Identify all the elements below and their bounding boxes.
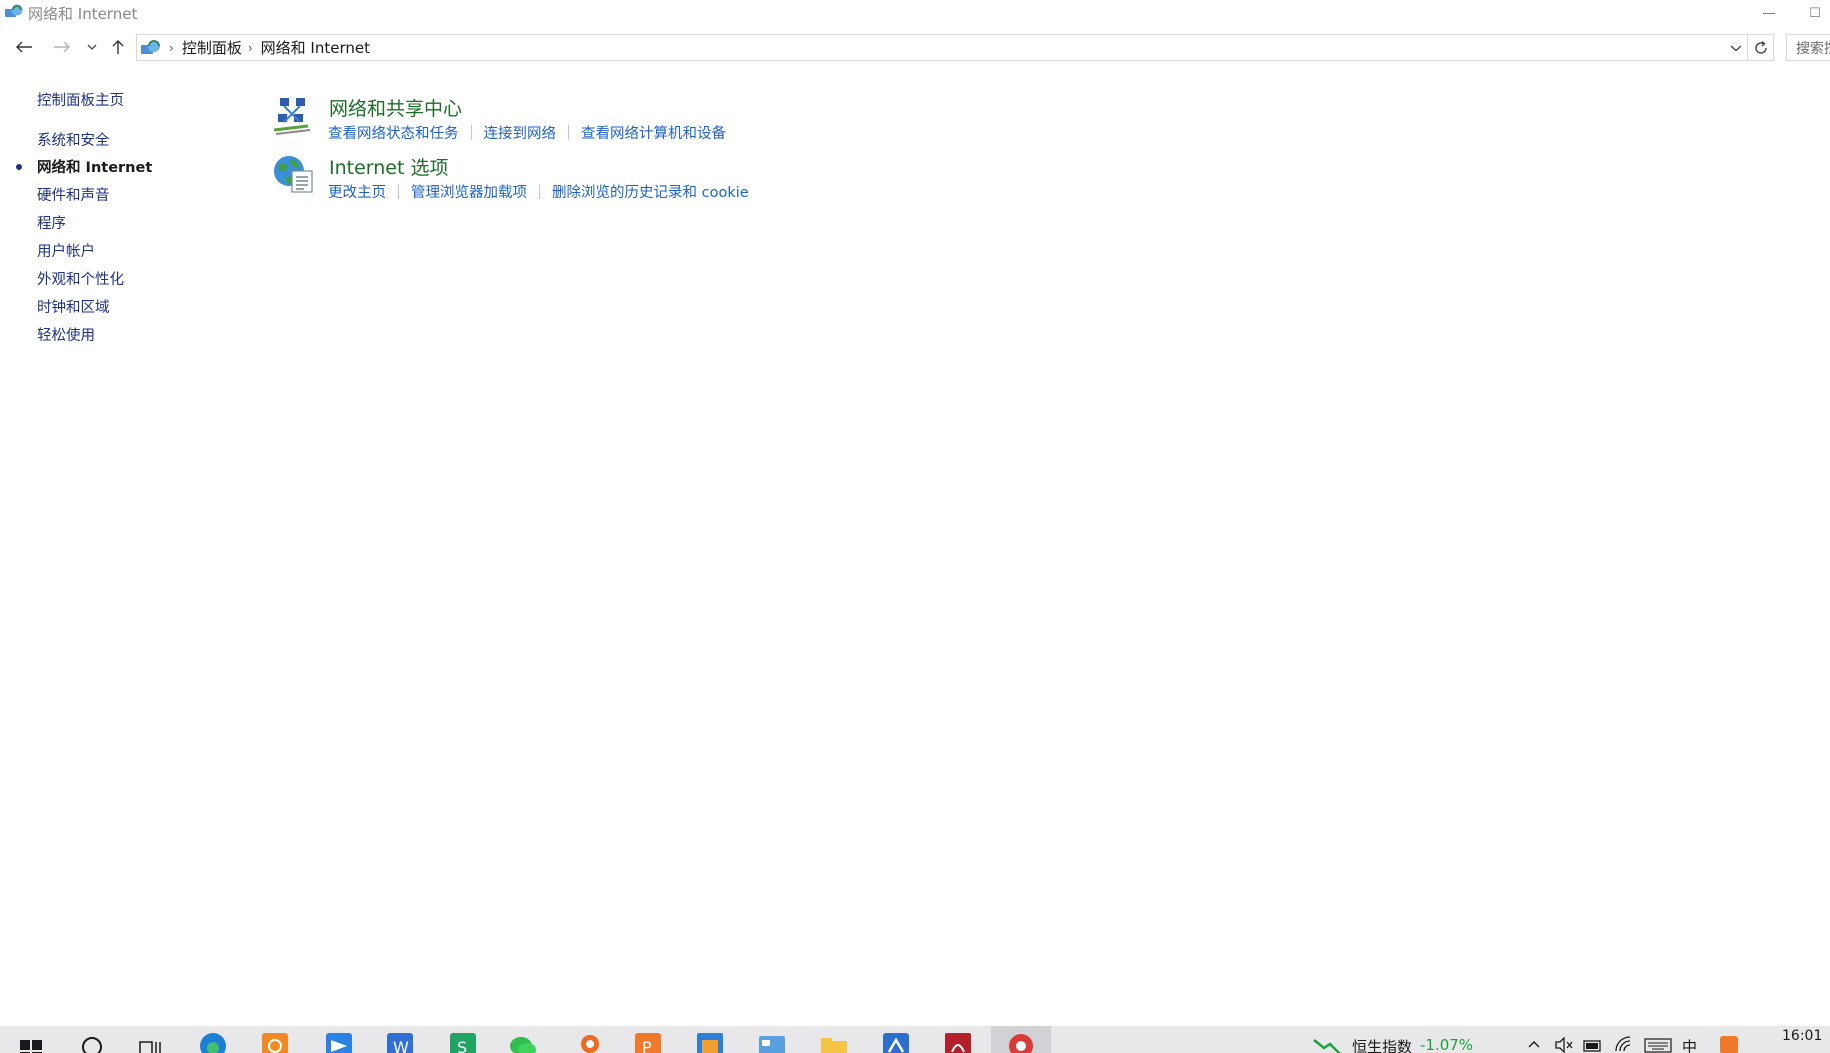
category-title-internet-options[interactable]: Internet 选项 [329,153,448,180]
taskbar: W S P 恒生指数 -1.07% 中 16:01 [0,1026,1830,1053]
navigation-bar: › 控制面板 › 网络和 Internet 搜索控 [0,32,1830,62]
ime-indicator[interactable]: 中 [1682,1036,1697,1053]
active-bullet [16,164,22,170]
chevron-right-icon[interactable]: › [248,41,253,55]
window-title: 网络和 Internet [28,5,138,23]
forward-button[interactable] [50,36,74,58]
chevron-up-icon[interactable] [1528,1040,1540,1048]
app-red-circle-icon [1009,1034,1033,1053]
chevron-down-icon [87,44,97,50]
link-divider [539,184,540,199]
volume-muted-icon[interactable] [1554,1037,1574,1053]
category-links: 查看网络状态和任务 连接到网络 查看网络计算机和设备 [328,122,726,143]
sidebar-item-ease-of-access[interactable]: 轻松使用 [37,324,95,345]
link-view-network-computers[interactable]: 查看网络计算机和设备 [581,122,726,143]
up-button[interactable] [106,36,130,58]
category-links: 更改主页 管理浏览器加载项 删除浏览的历史记录和 cookie [328,181,749,202]
pdf-reader-icon[interactable] [944,1032,972,1053]
arrow-up-icon [112,40,124,54]
sidebar-item-network-internet[interactable]: 网络和 Internet [37,156,152,177]
link-divider [568,125,569,140]
network-sharing-center-icon [273,98,311,135]
stock-name[interactable]: 恒生指数 [1352,1036,1412,1053]
link-change-homepage[interactable]: 更改主页 [328,181,386,202]
category-title-network-sharing[interactable]: 网络和共享中心 [329,94,462,121]
sidebar-item-clock-region[interactable]: 时钟和区域 [37,296,110,317]
link-delete-history[interactable]: 删除浏览的历史记录和 cookie [552,181,749,202]
app-window-icon[interactable] [696,1032,724,1053]
control-panel-icon [141,39,160,54]
keyboard-icon[interactable] [1644,1037,1672,1053]
battery-icon[interactable] [1582,1037,1604,1053]
sidebar-item-control-panel-home[interactable]: 控制面板主页 [37,89,124,110]
svg-text:S: S [457,1038,467,1053]
refresh-icon [1754,40,1767,54]
chevron-down-icon [1730,45,1742,51]
internet-options-icon [274,156,313,193]
arrow-left-icon [16,41,32,53]
spreadsheet-icon[interactable]: S [449,1032,477,1053]
stock-change[interactable]: -1.07% [1420,1036,1473,1053]
app-blue-arrow-icon[interactable] [882,1032,910,1053]
link-manage-addons[interactable]: 管理浏览器加载项 [411,181,527,202]
sidebar-item-system-security[interactable]: 系统和安全 [37,129,110,150]
title-bar: 网络和 Internet — ☐ [0,0,1830,26]
link-connect-to-network[interactable]: 连接到网络 [484,122,557,143]
app-location-icon[interactable] [576,1032,604,1053]
search-icon[interactable] [80,1035,104,1053]
active-app-slot[interactable] [991,1026,1051,1053]
sidebar-item-user-accounts[interactable]: 用户帐户 [37,240,95,261]
edge-browser-icon[interactable] [199,1032,227,1053]
minimize-button[interactable]: — [1746,0,1792,26]
link-divider [470,125,472,140]
app-orange-icon[interactable] [261,1032,289,1053]
arrow-right-icon [54,41,70,53]
sidebar-item-hardware-sound[interactable]: 硬件和声音 [37,184,110,205]
control-panel-icon [5,4,23,17]
svg-text:W: W [393,1038,409,1053]
clock[interactable]: 16:01 [1782,1028,1822,1044]
windows-start-icon[interactable] [20,1040,42,1053]
task-view-icon[interactable] [138,1038,164,1053]
search-input[interactable]: 搜索控 [1786,34,1830,61]
link-divider [398,184,399,199]
feishu-icon[interactable] [325,1032,353,1053]
app-tray-orange-icon[interactable] [1718,1034,1740,1053]
app-orange-square-icon[interactable]: P [634,1032,662,1053]
word-icon[interactable]: W [386,1032,414,1053]
file-explorer-icon[interactable] [820,1032,848,1053]
wifi-icon[interactable] [1614,1035,1634,1053]
stock-trend-down-icon [1313,1039,1341,1053]
breadcrumb-network-internet[interactable]: 网络和 Internet [261,37,370,58]
recent-locations-button[interactable] [82,36,102,58]
sidebar-item-programs[interactable]: 程序 [37,212,66,233]
chevron-right-icon[interactable]: › [169,41,174,55]
address-bar[interactable]: › 控制面板 › 网络和 Internet [136,34,1748,61]
address-history-button[interactable] [1725,35,1747,60]
svg-text:P: P [642,1038,652,1053]
breadcrumb-control-panel[interactable]: 控制面板 [182,37,242,58]
refresh-button[interactable] [1748,34,1774,61]
wechat-icon[interactable] [509,1032,537,1053]
sidebar-item-appearance[interactable]: 外观和个性化 [37,268,124,289]
control-panel-taskbar-icon[interactable] [758,1032,786,1053]
maximize-button[interactable]: ☐ [1800,0,1830,26]
link-view-network-status[interactable]: 查看网络状态和任务 [328,122,459,143]
back-button[interactable] [12,36,36,58]
